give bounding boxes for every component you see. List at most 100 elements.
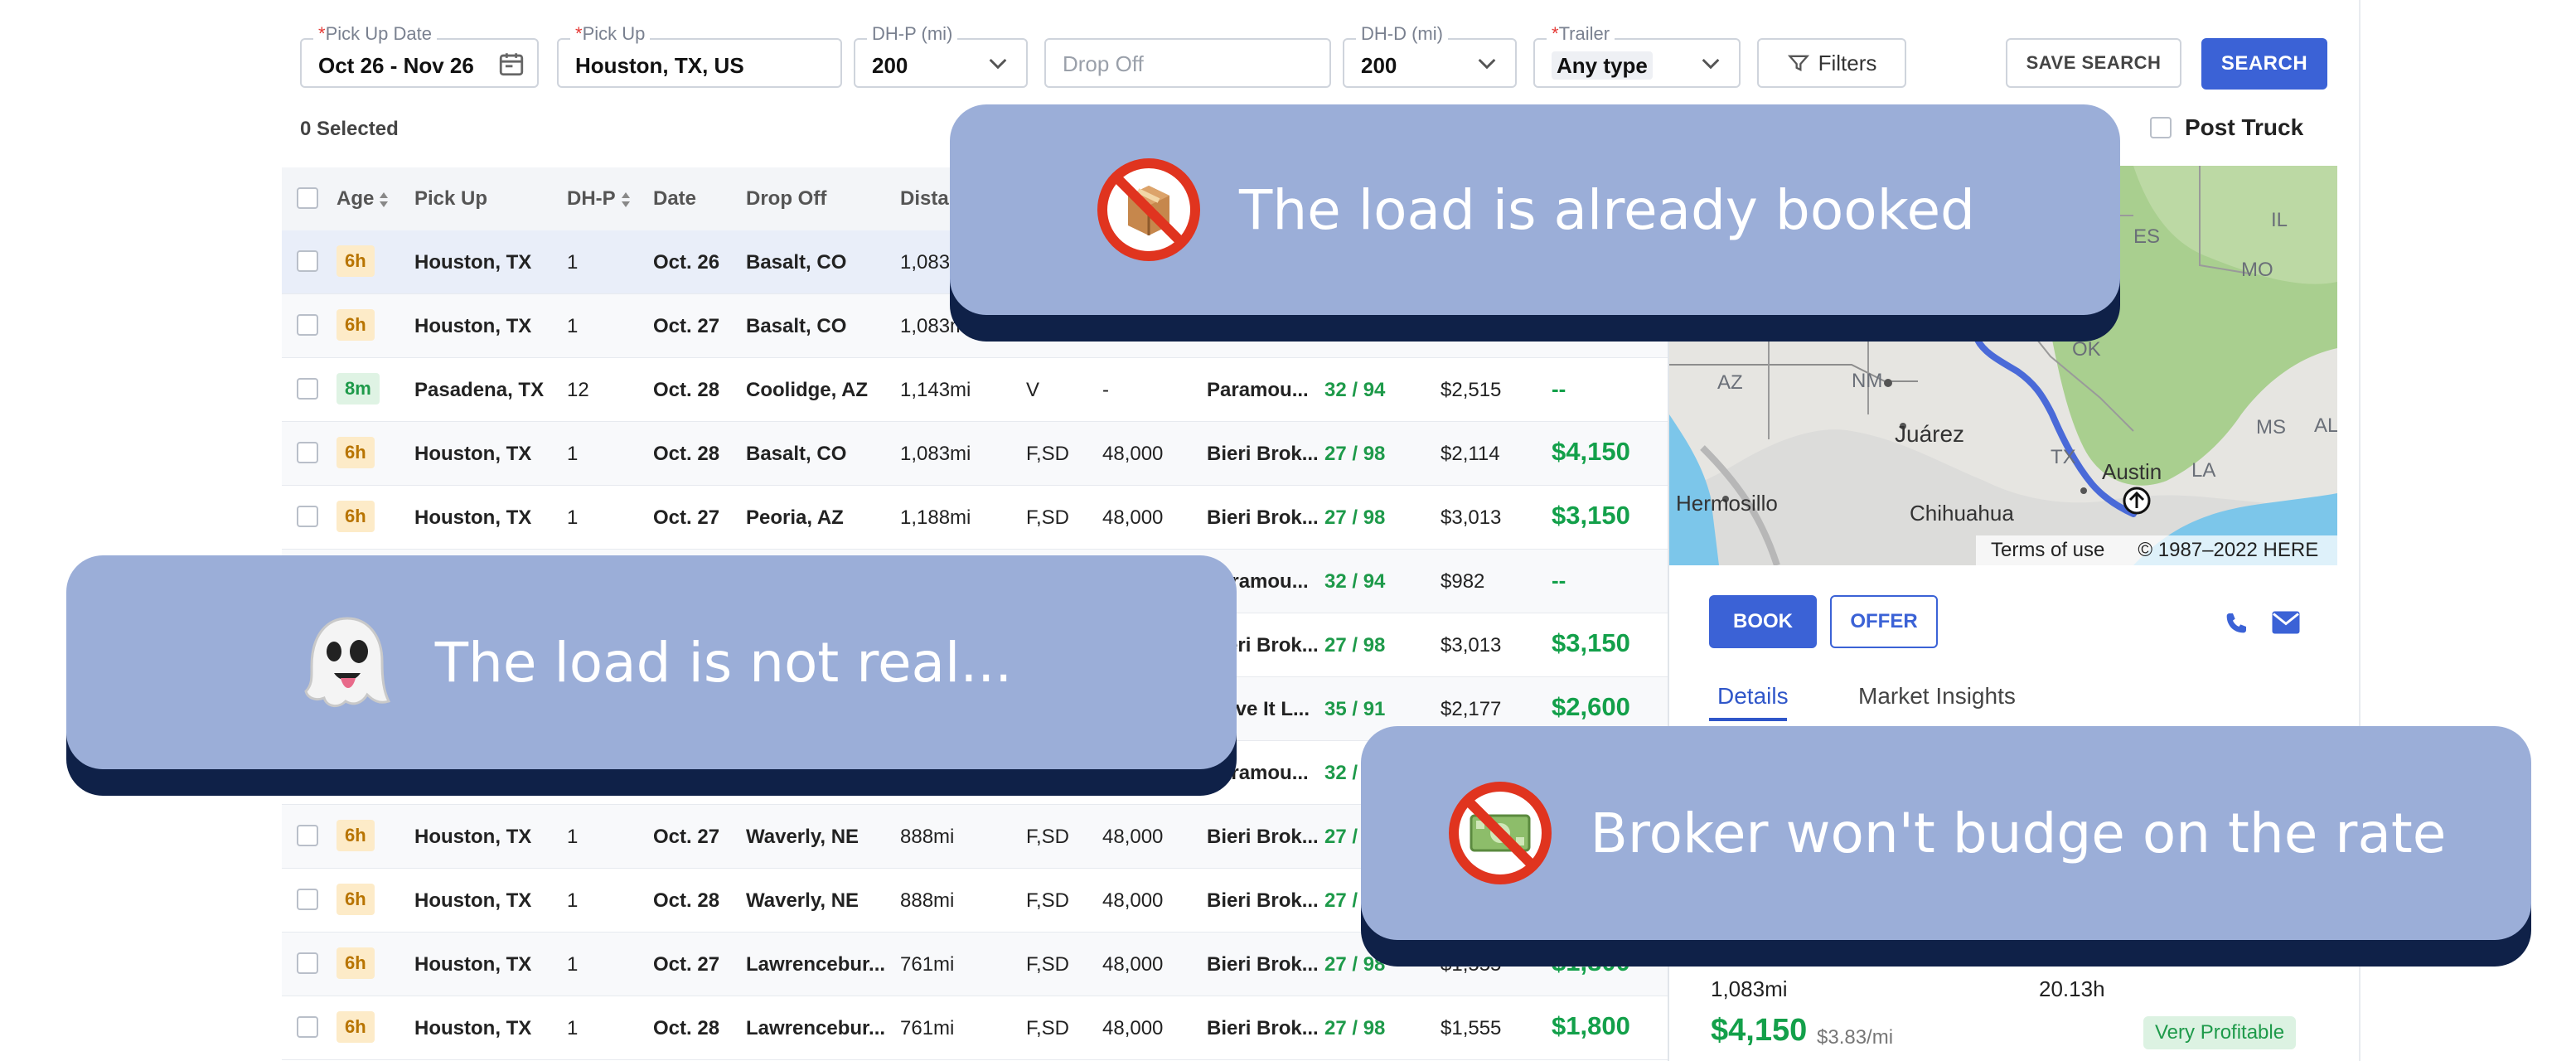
- cell-pickup: Houston, TX: [414, 506, 532, 529]
- cell-eq: F,SD: [1026, 1017, 1070, 1039]
- cell-date: Oct. 27: [653, 826, 720, 848]
- cell-eq: F,SD: [1026, 953, 1070, 976]
- age-badge: 6h: [337, 820, 375, 851]
- cell-eq: F,SD: [1026, 826, 1070, 848]
- search-label: SEARCH: [2220, 52, 2308, 75]
- map-state-label: MS: [2256, 416, 2286, 438]
- map-state-label: MO: [2241, 259, 2273, 281]
- cell-dist: 888mi: [900, 826, 955, 848]
- cell-rate: --: [1552, 568, 1566, 593]
- cell-weight: 48,000: [1102, 443, 1164, 465]
- trailer-select[interactable]: *Trailer Any type: [1533, 23, 1741, 88]
- dh-d-select[interactable]: DH-D (mi) 200: [1343, 23, 1517, 88]
- cell-dropoff: Lawrencebur...: [746, 1017, 886, 1039]
- dh-d-label: DH-D (mi): [1356, 23, 1448, 45]
- map-terms-link[interactable]: Terms of use: [1991, 539, 2104, 562]
- cell-dropoff: Basalt, CO: [746, 315, 847, 337]
- row-checkbox[interactable]: [297, 506, 318, 527]
- cell-eq: F,SD: [1026, 506, 1070, 529]
- cell-pickup: Houston, TX: [414, 826, 532, 848]
- offer-button[interactable]: OFFER: [1830, 595, 1938, 648]
- column-header-pickup[interactable]: Pick Up: [414, 187, 487, 211]
- cell-broker: Bieri Brok...: [1207, 889, 1319, 912]
- callout-face: The load is already booked: [950, 104, 2120, 315]
- pickup-value: Houston, TX, US: [575, 53, 744, 78]
- calendar-icon[interactable]: [497, 50, 525, 78]
- cell-rating: 27 / 98: [1324, 506, 1386, 529]
- chevron-down-icon: [1478, 58, 1496, 70]
- map-state-label: LA: [2191, 459, 2216, 482]
- map-state-label: TX: [2051, 446, 2076, 468]
- dh-p-value: 200: [872, 53, 908, 78]
- cell-weight: -: [1102, 379, 1109, 401]
- column-header-dh-p[interactable]: DH-P: [567, 187, 631, 211]
- cell-rate: $1,800: [1552, 1011, 1630, 1040]
- callout-already-booked: The load is already booked: [950, 104, 2120, 342]
- row-checkbox[interactable]: [297, 378, 318, 400]
- row-checkbox[interactable]: [297, 952, 318, 974]
- profitability-badge: Very Profitable: [2143, 1016, 2297, 1049]
- phone-icon[interactable]: [2223, 610, 2249, 637]
- map-city-label: Hermosillo: [1676, 491, 1778, 516]
- save-search-button[interactable]: SAVE SEARCH: [2006, 38, 2181, 88]
- cell-date: Oct. 28: [653, 889, 720, 912]
- cell-broker: Bieri Brok...: [1207, 953, 1319, 976]
- email-icon[interactable]: [2271, 608, 2301, 637]
- cell-eq: V: [1026, 379, 1040, 401]
- row-checkbox[interactable]: [297, 1016, 318, 1038]
- cell-weight: 48,000: [1102, 826, 1164, 848]
- filters-label: Filters: [1818, 50, 1877, 75]
- tab-details[interactable]: Details: [1717, 683, 1789, 710]
- cell-rate: $4,150: [1552, 437, 1630, 466]
- selected-count: 0 Selected: [300, 118, 399, 140]
- offer-label: OFFER: [1850, 610, 1918, 632]
- cell-pickup: Houston, TX: [414, 889, 532, 912]
- post-truck-toggle[interactable]: Post Truck: [2150, 114, 2303, 141]
- table-row[interactable]: 6h Houston, TX 1 Oct. 27 Peoria, AZ 1,188mi F,…: [282, 486, 1668, 550]
- row-checkbox[interactable]: [297, 889, 318, 910]
- row-checkbox[interactable]: [297, 314, 318, 336]
- row-checkbox[interactable]: [297, 250, 318, 272]
- cell-date: Oct. 27: [653, 953, 720, 976]
- filters-button[interactable]: Filters: [1757, 38, 1906, 88]
- sort-icon: [380, 191, 389, 207]
- row-checkbox[interactable]: [297, 442, 318, 463]
- tab-market-insights[interactable]: Market Insights: [1858, 683, 2016, 710]
- trailer-label: Trailer: [1558, 23, 1610, 44]
- column-header-label: DH-P: [567, 187, 616, 210]
- column-header-dropoff[interactable]: Drop Off: [746, 187, 826, 211]
- cell-dist: 1,188mi: [900, 506, 971, 529]
- table-row[interactable]: 6h Houston, TX 1 Oct. 28 Basalt, CO 1,083mi F,…: [282, 422, 1668, 486]
- cell-date: Oct. 28: [653, 1017, 720, 1039]
- dropoff-field[interactable]: Drop Off: [1044, 38, 1331, 88]
- cell-dropoff: Peoria, AZ: [746, 506, 844, 529]
- cell-dhp: 12: [567, 379, 589, 401]
- cell-est: $3,013: [1441, 506, 1502, 529]
- cell-pickup: Houston, TX: [414, 315, 532, 337]
- cell-date: Oct. 26: [653, 251, 720, 274]
- pickup-field[interactable]: *Pick Up Houston, TX, US: [557, 23, 842, 88]
- dh-p-select[interactable]: DH-P (mi) 200: [854, 23, 1028, 88]
- cell-rating: 27 / 98: [1324, 634, 1386, 656]
- row-checkbox[interactable]: [297, 825, 318, 846]
- cell-dropoff: Waverly, NE: [746, 826, 859, 848]
- cell-est: $2,177: [1441, 698, 1502, 720]
- post-truck-checkbox[interactable]: [2150, 117, 2172, 138]
- dh-p-label: DH-P (mi): [867, 23, 958, 45]
- column-header-date[interactable]: Date: [653, 187, 696, 211]
- column-header-age[interactable]: Age: [337, 187, 389, 211]
- search-button[interactable]: SEARCH: [2201, 38, 2327, 90]
- callout-face: Broker won't budge on the rate: [1361, 726, 2531, 940]
- required-mark: *: [1552, 23, 1559, 44]
- table-row[interactable]: 6h Houston, TX 1 Oct. 28 Lawrencebur... 761mi…: [282, 996, 1668, 1060]
- cell-weight: 48,000: [1102, 506, 1164, 529]
- cell-rate: $3,150: [1552, 628, 1630, 657]
- cell-dhp: 1: [567, 506, 579, 529]
- map-city-label: Austin: [2102, 459, 2162, 484]
- pickup-date-field[interactable]: *Pick Up Date Oct 26 - Nov 26: [300, 23, 539, 88]
- book-button[interactable]: BOOK: [1709, 595, 1817, 648]
- cell-broker: Bieri Brok...: [1207, 826, 1319, 848]
- cell-rating: 32 / 94: [1324, 379, 1386, 401]
- select-all-checkbox[interactable]: [297, 187, 318, 209]
- table-row[interactable]: 8m Pasadena, TX 12 Oct. 28 Coolidge, AZ 1,143…: [282, 358, 1668, 422]
